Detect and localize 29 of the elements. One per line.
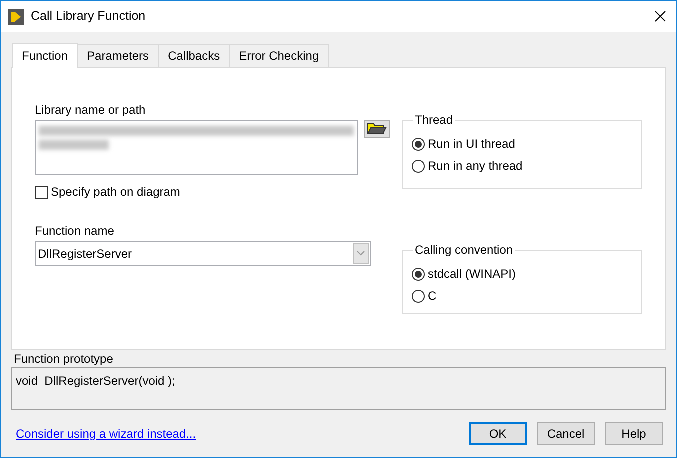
radio-label: C [428, 288, 437, 305]
dialog-button[interactable]: Help [605, 422, 663, 445]
radio-button[interactable] [412, 160, 425, 172]
dialog-button[interactable]: OK [469, 422, 527, 445]
radio-button[interactable] [412, 268, 425, 280]
browse-button[interactable] [364, 120, 390, 138]
field-label: Function name [35, 223, 116, 239]
field-label: Function prototype [14, 352, 114, 367]
field-label: Library name or path [35, 102, 147, 118]
window-title: Call Library Function [31, 8, 146, 26]
function-name-dropdown[interactable]: DllRegisterServer [35, 241, 371, 266]
app-icon [8, 8, 24, 24]
checkbox[interactable] [35, 186, 48, 198]
chevron-down-icon [357, 251, 365, 256]
close-icon[interactable] [655, 11, 666, 22]
folder-icon [367, 123, 387, 135]
dialog-button[interactable]: Cancel [537, 422, 595, 445]
radio-label: Run in UI thread [428, 136, 516, 153]
prototype-box: void DllRegisterServer(void ); [11, 367, 666, 410]
wizard-link[interactable]: Consider using a wizard instead... [16, 424, 196, 442]
radio-label: stdcall (WINAPI) [428, 266, 516, 283]
checkbox-label: Specify path on diagram [51, 184, 180, 201]
tab[interactable]: Error Checking [229, 44, 330, 67]
radio-button[interactable] [412, 290, 425, 302]
radio-button[interactable] [412, 138, 425, 150]
path-field[interactable] [35, 120, 358, 175]
radio-label: Run in any thread [428, 158, 523, 175]
group-title: Calling convention [413, 242, 516, 258]
tab[interactable]: Function [12, 43, 78, 68]
